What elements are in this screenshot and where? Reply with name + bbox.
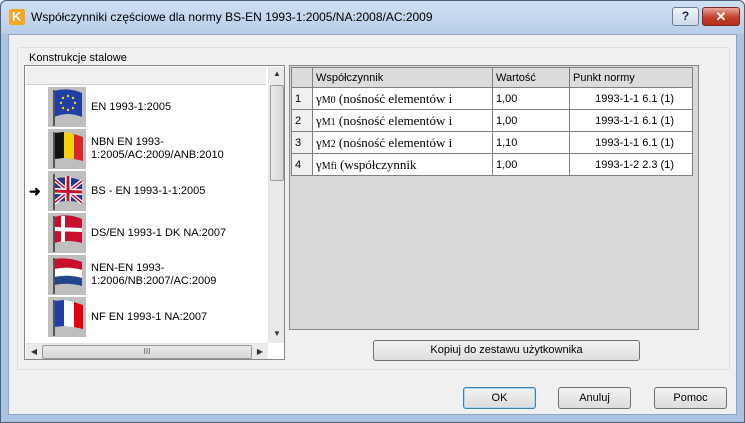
window-title: Współczynniki częściowe dla normy BS-EN …	[31, 10, 433, 24]
norm-label-text: EN 1993-1:2005	[91, 100, 172, 113]
coefficient-cell[interactable]: γM0 (nośność elementów i	[312, 87, 493, 110]
eu-flag-icon	[48, 87, 86, 127]
row-number[interactable]: 1	[291, 87, 313, 110]
cancel-button[interactable]: Anuluj	[558, 387, 631, 409]
norm-label-text: BS - EN 1993-1-1:2005	[91, 184, 206, 197]
coefficient-description: (nośność elementów i	[335, 134, 453, 150]
value-cell[interactable]: 1,10	[492, 131, 570, 154]
norm-label-text: NBN EN 1993-1:2005/AC:2009/ANB:2010	[91, 136, 224, 161]
norm-point-cell[interactable]: 1993-1-2 2.3 (1)	[569, 153, 693, 176]
table-row[interactable]: 3 γM2 (nośność elementów i 1,10 1993-1-1 6.…	[291, 131, 693, 154]
norm-label-text: DS/EN 1993-1 DK NA:2007	[91, 226, 227, 239]
coefficients-grid: Współczynnik Wartość Punkt normy 1 γM0 (n…	[289, 65, 699, 330]
dialog-window: Współczynniki częściowe dla normy BS-EN …	[0, 0, 745, 423]
coefficients-table: Współczynnik Wartość Punkt normy 1 γM0 (n…	[291, 67, 693, 176]
close-button[interactable]: ✕	[702, 7, 740, 26]
belgium-flag-icon	[48, 129, 86, 169]
ok-button[interactable]: OK	[463, 387, 536, 409]
title-help-button[interactable]: ?	[672, 7, 699, 26]
norm-point-cell[interactable]: 1993-1-1 6.1 (1)	[569, 87, 693, 110]
scroll-up-icon[interactable]: ▲	[269, 69, 285, 78]
france-flag-icon	[48, 297, 86, 337]
coefficient-cell[interactable]: γM1 (nośność elementów i	[312, 109, 493, 132]
title-bar[interactable]: Współczynniki częściowe dla normy BS-EN …	[1, 1, 744, 34]
app-logo-icon	[9, 9, 25, 25]
header-norm-point[interactable]: Punkt normy	[569, 67, 693, 88]
gamma-subscript: Mfi	[321, 160, 337, 172]
norm-list-item[interactable]: NBN EN 1993-1:2005/AC:2009/ANB:2010	[26, 128, 266, 170]
dialog-body: Konstrukcje stalowe EN 1993-1:2005 NBN EN…	[8, 34, 737, 415]
header-value[interactable]: Wartość	[492, 67, 570, 88]
table-row[interactable]: 1 γM0 (nośność elementów i 1,00 1993-1-1 6.…	[291, 87, 693, 110]
gamma-subscript: M1	[321, 116, 336, 128]
norm-label-text: NF EN 1993-1 NA:2007	[91, 310, 208, 323]
scroll-right-icon[interactable]: ▶	[252, 347, 268, 356]
coefficient-cell[interactable]: γM2 (nośność elementów i	[312, 131, 493, 154]
netherlands-flag-icon	[48, 255, 86, 295]
coefficient-description: (nośność elementów i	[335, 112, 453, 128]
norm-list-item[interactable]: ➜ BS - EN 1993-1-1:2005	[26, 170, 266, 212]
norms-list[interactable]: EN 1993-1:2005 NBN EN 1993-1:2005/AC:2009…	[24, 65, 285, 360]
group-label: Konstrukcje stalowe	[26, 52, 130, 64]
norm-label: BS - EN 1993-1-1:2005	[91, 170, 271, 212]
norm-point-cell[interactable]: 1993-1-1 6.1 (1)	[569, 131, 693, 154]
denmark-flag-icon	[48, 213, 86, 253]
header-coefficient[interactable]: Współczynnik	[312, 67, 493, 88]
norm-list-item[interactable]: DS/EN 1993-1 DK NA:2007	[26, 212, 266, 254]
norm-label: EN 1993-1:2005	[91, 86, 271, 128]
row-number[interactable]: 3	[291, 131, 313, 154]
vertical-scroll-thumb[interactable]	[270, 85, 284, 181]
norm-point-cell[interactable]: 1993-1-1 6.1 (1)	[569, 109, 693, 132]
help-button[interactable]: Pomoc	[654, 387, 727, 409]
norm-label-text: NEN-EN 1993-1:2006/NB:2007/AC:2009	[91, 262, 217, 287]
value-cell[interactable]: 1,00	[492, 87, 570, 110]
row-number[interactable]: 2	[291, 109, 313, 132]
norm-list-item[interactable]: NF EN 1993-1 NA:2007	[26, 296, 266, 338]
scroll-left-icon[interactable]: ◀	[26, 347, 42, 356]
coefficient-description: (nośność elementów i	[335, 90, 453, 106]
coefficient-description: (współczynnik	[336, 156, 417, 172]
row-number[interactable]: 4	[291, 153, 313, 176]
norm-list-item[interactable]: NEN-EN 1993-1:2006/NB:2007/AC:2009	[26, 254, 266, 296]
uk-flag-icon	[48, 171, 86, 211]
gamma-subscript: M0	[321, 94, 336, 106]
header-rownum	[291, 67, 313, 88]
table-row[interactable]: 2 γM1 (nośność elementów i 1,00 1993-1-1 6.…	[291, 109, 693, 132]
norm-label: NEN-EN 1993-1:2006/NB:2007/AC:2009	[91, 254, 271, 296]
norm-list-item[interactable]: EN 1993-1:2005	[26, 86, 266, 128]
norm-label: NF EN 1993-1 NA:2007	[91, 296, 271, 338]
scroll-down-icon[interactable]: ▼	[269, 329, 285, 338]
value-cell[interactable]: 1,00	[492, 109, 570, 132]
horizontal-scroll-thumb[interactable]: III	[42, 345, 252, 359]
value-cell[interactable]: 1,00	[492, 153, 570, 176]
copy-to-user-set-button[interactable]: Kopiuj do zestawu użytkownika	[373, 340, 640, 361]
table-row[interactable]: 4 γMfi (współczynnik 1,00 1993-1-2 2.3 (1)	[291, 153, 693, 176]
selected-arrow-icon: ➜	[29, 183, 41, 199]
vertical-scrollbar[interactable]: ▲ ▼	[268, 67, 284, 343]
horizontal-scrollbar[interactable]: ◀ III ▶	[26, 343, 268, 359]
list-header	[26, 67, 266, 85]
gamma-subscript: M2	[321, 138, 336, 150]
norm-label: NBN EN 1993-1:2005/AC:2009/ANB:2010	[91, 128, 271, 170]
coefficient-cell[interactable]: γMfi (współczynnik	[312, 153, 493, 176]
norm-label: DS/EN 1993-1 DK NA:2007	[91, 212, 271, 254]
